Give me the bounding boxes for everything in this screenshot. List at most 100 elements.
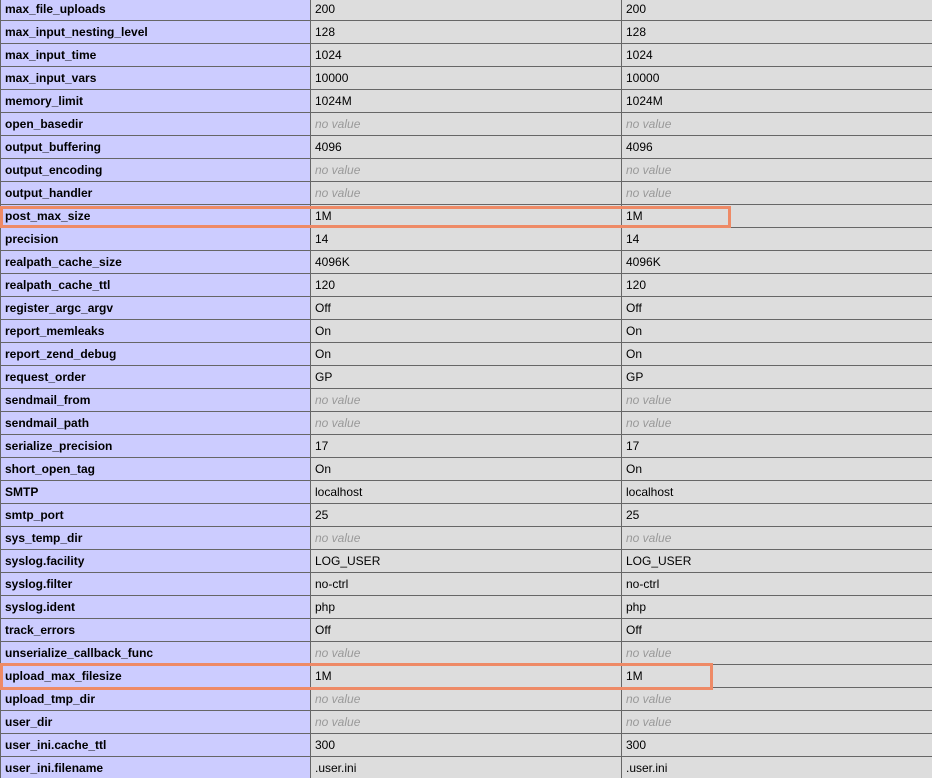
directive-row: output_buffering 4096 4096 bbox=[0, 135, 932, 159]
directive-row: sendmail_from no value no value bbox=[0, 388, 932, 412]
directive-name: upload_max_filesize bbox=[0, 664, 311, 688]
directive-name: precision bbox=[0, 227, 311, 251]
master-value: 1024M bbox=[621, 89, 932, 113]
local-value: 4096K bbox=[310, 250, 622, 274]
directive-row: SMTP localhost localhost bbox=[0, 480, 932, 504]
local-value: 1M bbox=[310, 204, 622, 228]
master-value: 17 bbox=[621, 434, 932, 458]
directive-name: max_input_time bbox=[0, 43, 311, 67]
local-value: 10000 bbox=[310, 66, 622, 90]
directive-name: serialize_precision bbox=[0, 434, 311, 458]
directive-name: request_order bbox=[0, 365, 311, 389]
directive-row: memory_limit 1024M 1024M bbox=[0, 89, 932, 113]
directive-row: syslog.ident php php bbox=[0, 595, 932, 619]
master-value: 200 bbox=[621, 0, 932, 21]
master-value: 1024 bbox=[621, 43, 932, 67]
master-value: no-ctrl bbox=[621, 572, 932, 596]
ini-directives-table-body: max_file_uploads 200 200 max_input_nesting_… bbox=[0, 0, 932, 778]
local-value: GP bbox=[310, 365, 622, 389]
local-value: On bbox=[310, 342, 622, 366]
directive-row: serialize_precision 17 17 bbox=[0, 434, 932, 458]
directive-name: track_errors bbox=[0, 618, 311, 642]
local-value: 120 bbox=[310, 273, 622, 297]
directive-row: smtp_port 25 25 bbox=[0, 503, 932, 527]
ini-directives-table: max_file_uploads 200 200 max_input_nesting_… bbox=[0, 0, 932, 778]
local-value: localhost bbox=[310, 480, 622, 504]
master-value: Off bbox=[621, 296, 932, 320]
directive-row: user_dir no value no value bbox=[0, 710, 932, 734]
directive-name: report_memleaks bbox=[0, 319, 311, 343]
directive-row: max_input_time 1024 1024 bbox=[0, 43, 932, 67]
directive-row: upload_max_filesize 1M 1M bbox=[0, 664, 932, 688]
local-value: no value bbox=[310, 641, 622, 665]
directive-name: SMTP bbox=[0, 480, 311, 504]
directive-row: report_memleaks On On bbox=[0, 319, 932, 343]
directive-name: unserialize_callback_func bbox=[0, 641, 311, 665]
local-value: 300 bbox=[310, 733, 622, 757]
master-value: 14 bbox=[621, 227, 932, 251]
directive-row: user_ini.cache_ttl 300 300 bbox=[0, 733, 932, 757]
local-value: On bbox=[310, 457, 622, 481]
directive-row: track_errors Off Off bbox=[0, 618, 932, 642]
master-value: Off bbox=[621, 618, 932, 642]
directive-row: request_order GP GP bbox=[0, 365, 932, 389]
master-value: no value bbox=[621, 526, 932, 550]
directive-name: sendmail_from bbox=[0, 388, 311, 412]
local-value: On bbox=[310, 319, 622, 343]
master-value: GP bbox=[621, 365, 932, 389]
master-value: no value bbox=[621, 112, 932, 136]
directive-name: sendmail_path bbox=[0, 411, 311, 435]
local-value: LOG_USER bbox=[310, 549, 622, 573]
directive-row: max_input_nesting_level 128 128 bbox=[0, 20, 932, 44]
directive-name: sys_temp_dir bbox=[0, 526, 311, 550]
directive-row: short_open_tag On On bbox=[0, 457, 932, 481]
master-value: On bbox=[621, 342, 932, 366]
directive-row: syslog.filter no-ctrl no-ctrl bbox=[0, 572, 932, 596]
local-value: 4096 bbox=[310, 135, 622, 159]
directive-name: user_ini.filename bbox=[0, 756, 311, 778]
directive-row: register_argc_argv Off Off bbox=[0, 296, 932, 320]
local-value: 1024M bbox=[310, 89, 622, 113]
local-value: no value bbox=[310, 411, 622, 435]
master-value: 1M bbox=[621, 204, 932, 228]
directive-name: realpath_cache_ttl bbox=[0, 273, 311, 297]
local-value: 1024 bbox=[310, 43, 622, 67]
directive-name: upload_tmp_dir bbox=[0, 687, 311, 711]
master-value: 300 bbox=[621, 733, 932, 757]
master-value: On bbox=[621, 319, 932, 343]
directive-row: post_max_size 1M 1M bbox=[0, 204, 932, 228]
master-value: 10000 bbox=[621, 66, 932, 90]
master-value: localhost bbox=[621, 480, 932, 504]
local-value: no value bbox=[310, 158, 622, 182]
master-value: no value bbox=[621, 710, 932, 734]
local-value: 128 bbox=[310, 20, 622, 44]
local-value: no value bbox=[310, 687, 622, 711]
directive-row: sendmail_path no value no value bbox=[0, 411, 932, 435]
directive-row: output_encoding no value no value bbox=[0, 158, 932, 182]
directive-row: upload_tmp_dir no value no value bbox=[0, 687, 932, 711]
directive-name: user_dir bbox=[0, 710, 311, 734]
master-value: 128 bbox=[621, 20, 932, 44]
directive-name: short_open_tag bbox=[0, 457, 311, 481]
master-value: LOG_USER bbox=[621, 549, 932, 573]
directive-row: syslog.facility LOG_USER LOG_USER bbox=[0, 549, 932, 573]
directive-row: output_handler no value no value bbox=[0, 181, 932, 205]
directive-name: realpath_cache_size bbox=[0, 250, 311, 274]
directive-name: post_max_size bbox=[0, 204, 311, 228]
directive-name: output_buffering bbox=[0, 135, 311, 159]
directive-row: realpath_cache_size 4096K 4096K bbox=[0, 250, 932, 274]
directive-name: max_input_nesting_level bbox=[0, 20, 311, 44]
directive-row: max_input_vars 10000 10000 bbox=[0, 66, 932, 90]
local-value: 17 bbox=[310, 434, 622, 458]
master-value: 1M bbox=[621, 664, 932, 688]
local-value: 1M bbox=[310, 664, 622, 688]
directive-row: unserialize_callback_func no value no valu… bbox=[0, 641, 932, 665]
master-value: no value bbox=[621, 641, 932, 665]
directive-name: max_file_uploads bbox=[0, 0, 311, 21]
master-value: no value bbox=[621, 158, 932, 182]
phpinfo-directives-panel: max_file_uploads 200 200 max_input_nesting_… bbox=[0, 0, 932, 778]
local-value: .user.ini bbox=[310, 756, 622, 778]
local-value: Off bbox=[310, 296, 622, 320]
local-value: Off bbox=[310, 618, 622, 642]
master-value: 4096K bbox=[621, 250, 932, 274]
